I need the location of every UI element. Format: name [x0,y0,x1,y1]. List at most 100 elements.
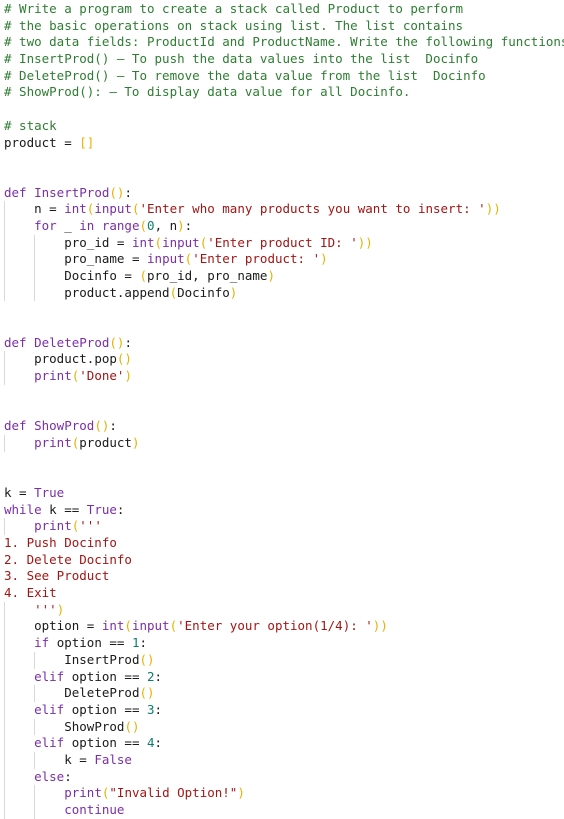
code-token-bracket: ( [169,284,178,300]
code-line[interactable]: elif option == 2: [4,668,564,686]
code-line[interactable]: ​ [4,301,564,318]
code-token-name: k == [41,501,87,517]
code-line[interactable]: ​ [4,101,564,118]
code-token-bracket: )) [485,201,501,217]
code-line[interactable]: if option == 1: [4,635,564,652]
code-token-name: _ [56,217,80,233]
code-line[interactable]: InsertProd() [4,651,564,669]
code-line[interactable]: k = False [4,751,564,769]
code-line[interactable]: option = int(input('Enter your option(1/… [4,618,564,636]
code-line[interactable]: DeleteProd() [4,685,564,702]
code-line[interactable]: ​ [4,402,564,419]
code-line[interactable]: 4. Exit [4,585,564,602]
indent-guide [4,518,5,535]
code-line[interactable]: elif option == 4: [4,735,564,752]
code-line[interactable]: # stack [4,118,564,135]
code-line[interactable]: ShowProd() [4,718,564,736]
code-token-string: 3. See Product [4,568,110,584]
code-line[interactable]: product = [] [4,135,564,152]
indent-guide [34,284,36,302]
code-token-bracket: ) [56,601,65,617]
code-token-keyword: def [4,334,35,350]
code-token-name: : [154,668,163,684]
code-token-bracket: ) [237,785,245,801]
code-token-name: pro_name = [64,251,148,267]
code-line[interactable]: print(product) [4,434,564,452]
code-line[interactable]: ​ [4,168,564,185]
code-line[interactable]: # the basic operations on stack using li… [4,18,564,35]
code-token-string: 'Enter product: ' [192,251,321,267]
indent-guide [4,751,5,769]
code-line[interactable]: ​ [4,452,564,469]
code-token-string: 'Done' [79,368,125,384]
code-token-name: Docinfo [177,284,230,300]
code-line[interactable]: ''') [4,601,564,619]
code-line[interactable]: product.append(Docinfo) [4,284,564,302]
code-line[interactable]: def DeleteProd(): [4,335,564,352]
code-token-bracket: )) [357,234,373,250]
code-line[interactable]: 3. See Product [4,568,564,585]
code-line[interactable]: def InsertProd(): [4,185,564,202]
indent-guide [4,234,5,252]
code-line[interactable]: # InsertProd() – To push the data values… [4,51,564,68]
code-line[interactable]: elif option == 3: [4,701,564,719]
code-token-keyword: else [34,768,65,784]
code-line[interactable]: ​ [4,385,564,402]
code-token-bracket: () [116,351,132,367]
indent-guide [4,284,5,302]
code-line[interactable]: ​ [4,468,564,485]
code-area[interactable]: # Write a program to create a stack call… [4,1,564,819]
code-line[interactable]: # Write a program to create a stack call… [4,1,564,18]
indent-guide [4,251,5,268]
indent-guide [4,785,5,802]
code-line[interactable]: k = True [4,485,564,502]
code-token-name: DeleteProd [64,685,140,701]
code-line[interactable]: def ShowProd(): [4,418,564,435]
code-line[interactable]: # DeleteProd() – To remove the data valu… [4,68,564,85]
indent-guide [34,685,36,702]
code-token-bracket: ( [139,217,148,233]
code-token-name: : [109,418,117,434]
code-line[interactable]: print('Done') [4,368,564,385]
code-line[interactable]: else: [4,768,564,786]
code-line[interactable]: n = int(input('Enter who many products y… [4,201,564,218]
code-line[interactable]: continue [4,802,564,819]
code-line[interactable]: product.pop() [4,351,564,369]
code-token-name: : [139,635,148,651]
indent-guide [4,268,5,285]
code-line[interactable]: 2. Delete Docinfo [4,552,564,569]
code-token-keyword: if [34,635,50,651]
code-line[interactable]: Docinfo = (pro_id, pro_name) [4,268,564,285]
code-token-number: 2 [147,668,155,684]
code-token-string: 'Enter product ID: ' [207,234,358,250]
indent-guide [4,718,5,736]
code-line[interactable]: ​ [4,318,564,335]
code-line[interactable]: for _ in range(0, n): [4,217,564,235]
code-token-keyword: continue [64,802,125,817]
code-token-bracket: () [94,418,110,434]
code-token-bracket: () [109,334,125,350]
code-line[interactable]: while k == True: [4,502,564,519]
code-token-builtin: range [101,217,140,233]
code-token-string: 'Enter your option(1/4): ' [177,618,373,634]
code-token-keyword: for [34,217,57,233]
indent-guide [4,618,5,636]
code-line[interactable]: pro_name = input('Enter product: ') [4,251,564,268]
code-line[interactable]: pro_id = int(input('Enter product ID: ')… [4,234,564,252]
code-line[interactable]: 1. Push Docinfo [4,535,564,552]
code-editor[interactable]: # Write a program to create a stack call… [0,0,564,819]
code-line[interactable]: print(''' [4,518,564,535]
indent-guide [4,735,5,752]
code-token-name: : [184,217,193,233]
indent-guide [4,685,5,702]
code-line[interactable]: print("Invalid Option!") [4,785,564,802]
code-token-bracket: ) [229,284,238,300]
code-token-bracket: ( [154,234,163,250]
code-line[interactable]: ​ [4,151,564,168]
code-token-name: option == [64,735,148,751]
code-line[interactable]: # two data fields: ProductId and Product… [4,34,564,51]
code-line[interactable]: # ShowProd(): – To display data value fo… [4,84,564,101]
